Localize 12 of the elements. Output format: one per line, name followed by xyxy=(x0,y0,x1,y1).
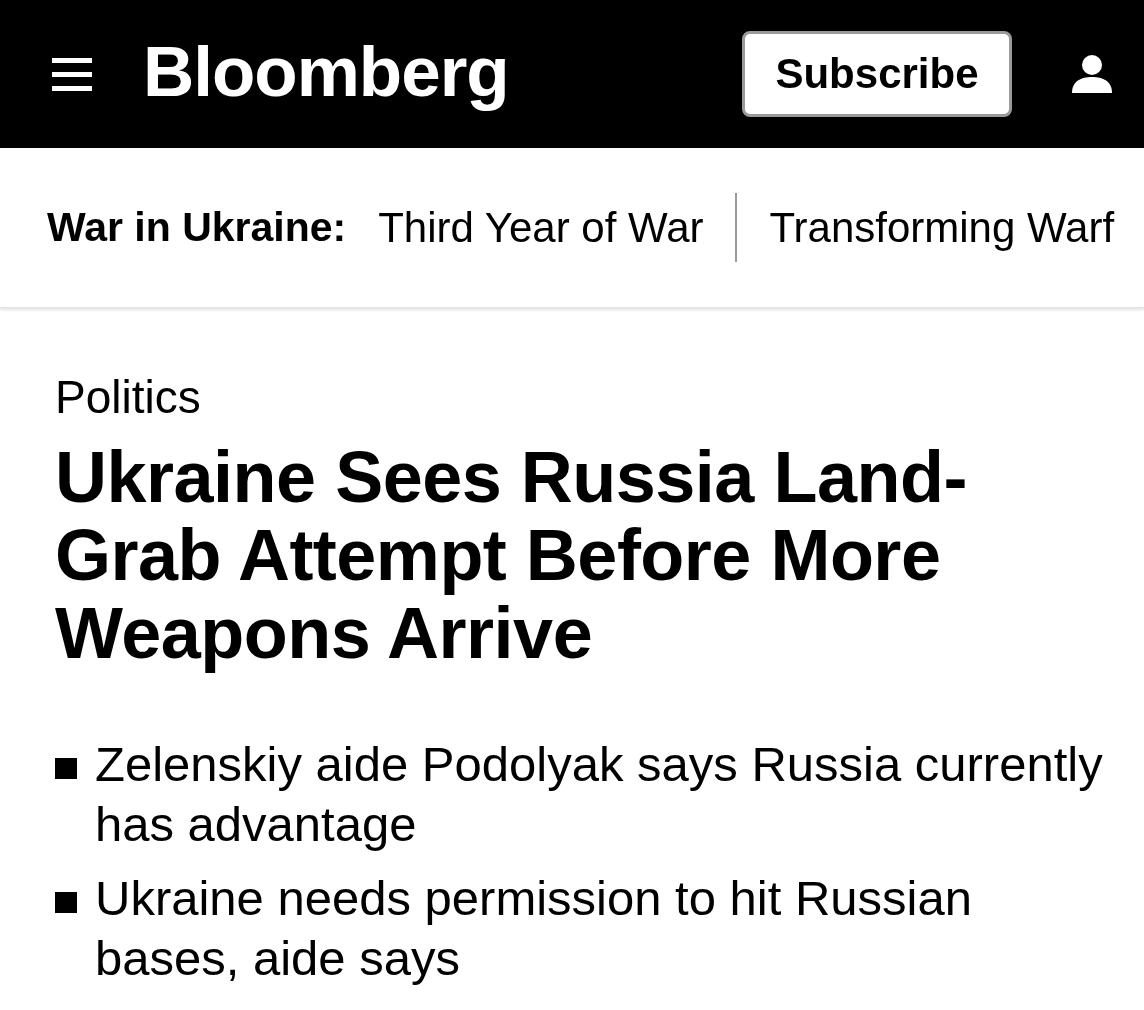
summary-point: Zelenskiy aide Podolyak says Russia currently has advantage xyxy=(95,736,1104,853)
summary-point: Ukraine needs permission to hit Russian bases, aide says xyxy=(95,870,973,987)
article-headline: Ukraine Sees Russia Land-Grab Attempt Before More Weapons Arrive xyxy=(55,438,968,672)
menu-icon[interactable] xyxy=(52,57,92,91)
subscribe-button[interactable]: Subscribe xyxy=(742,31,1012,117)
section-label: Politics xyxy=(55,370,201,424)
account-icon[interactable] xyxy=(1072,55,1112,93)
topic-link[interactable]: Transforming Warf xyxy=(769,206,1115,249)
topic-link[interactable]: Third Year of War xyxy=(378,206,704,249)
bullet-square-icon xyxy=(55,758,77,779)
bullet-square-icon xyxy=(55,892,77,913)
topic-label: War in Ukraine: xyxy=(47,207,347,248)
